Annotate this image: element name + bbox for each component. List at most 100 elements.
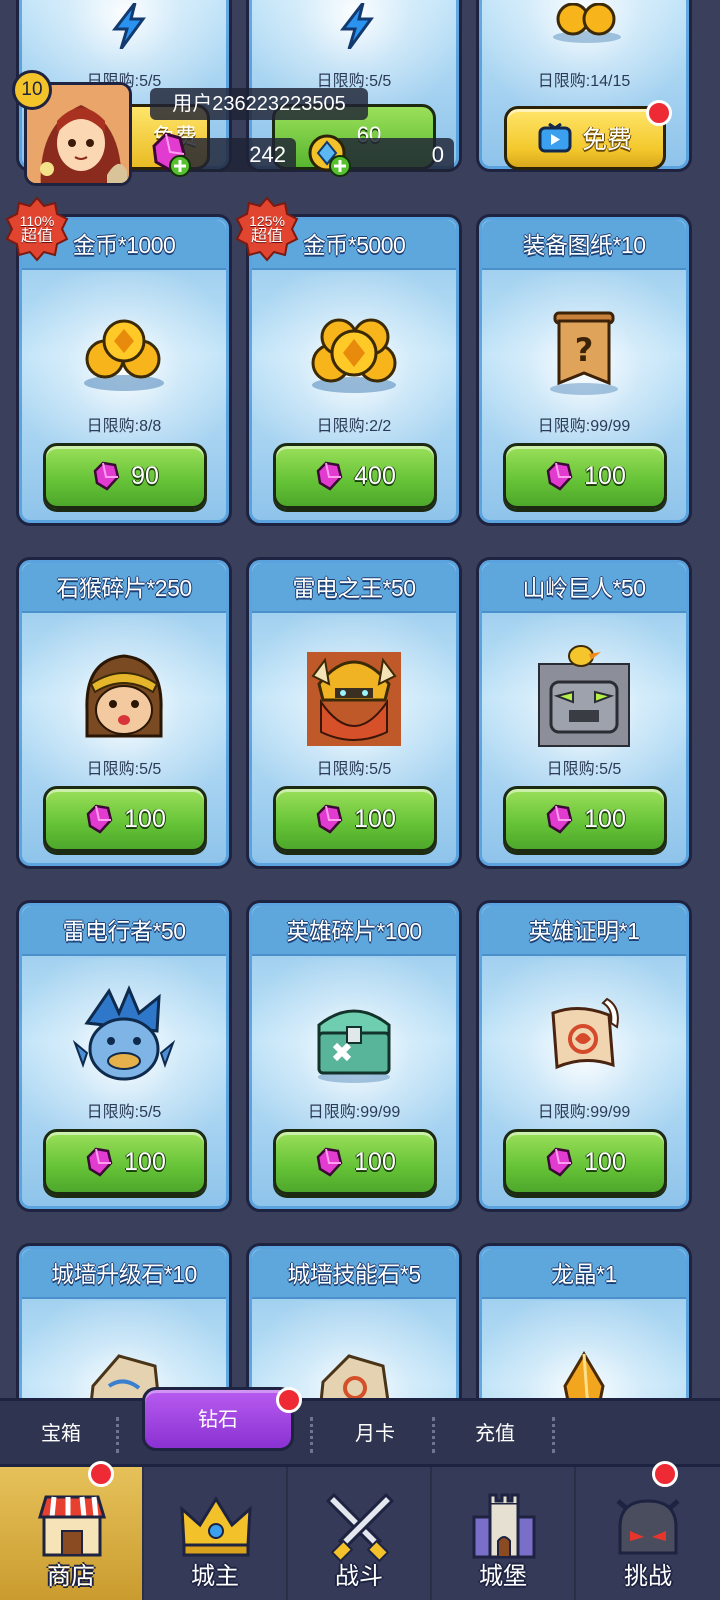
daily-limit: 日限购:2/2 [316,418,392,435]
gem-add-icon[interactable] [146,130,192,178]
gem-icon [84,804,114,834]
blueprint-icon: ? [479,292,689,412]
nav-challenge[interactable]: 挑战 [576,1467,720,1600]
coin-add-icon[interactable] [306,132,352,178]
shop-card[interactable]: 城墙升级石*10 [16,1243,232,1400]
nav-shop[interactable]: 商店 [0,1467,144,1600]
hero-chest-icon [249,978,459,1098]
thunder-walker-icon [19,978,229,1098]
shop-card[interactable]: 雷电之王*50 日限购:5/5 100 [246,557,462,869]
thunder-king-icon [249,635,459,755]
gem-icon [84,1147,114,1177]
free-label: 免费 [581,126,632,154]
notification-dot [646,100,672,126]
dragon-crystal-icon [479,1321,689,1400]
badge-percent: 125% [249,213,285,229]
card-title: 山岭巨人*50 [482,563,686,613]
tab-recharge[interactable]: 充值 [440,1409,550,1459]
buy-button[interactable]: 100 [273,786,437,852]
shop-card[interactable]: 山岭巨人*50 日限购:5/5 100 [476,557,692,869]
bottom-navigation: 商店 城主 战斗 城堡 挑战 [0,1461,720,1600]
nav-lord[interactable]: 城主 [144,1467,288,1600]
card-title: 城墙升级石*10 [22,1249,226,1299]
price-label: 90 [131,461,159,490]
nav-battle[interactable]: 战斗 [288,1467,432,1600]
gem-icon [544,461,574,491]
nav-castle[interactable]: 城堡 [432,1467,576,1600]
shop-card[interactable]: 英雄碎片*100 日限购:99/99 100 [246,900,462,1212]
monkey-hero-icon [19,635,229,755]
card-title: 英雄碎片*100 [252,906,456,956]
tab-monthly-card[interactable]: 月卡 [320,1409,430,1459]
shop-stall-icon [37,1495,107,1557]
coins-icon [19,292,229,412]
shop-card[interactable]: 城墙技能石*5 [246,1243,462,1400]
buy-button[interactable]: 100 [273,1129,437,1195]
tab-divider [116,1417,119,1453]
tab-divider [432,1417,435,1453]
notification-dot [88,1461,114,1487]
gem-icon [314,461,344,491]
price-label: 100 [124,1147,166,1176]
buy-button[interactable]: 100 [503,443,667,509]
tab-divider [552,1417,555,1453]
card-title: 石猴碎片*250 [22,563,226,613]
lightning-icon [337,2,377,50]
tab-divider [310,1417,313,1453]
notification-dot [276,1387,302,1413]
badge-text: 超值 [250,228,283,245]
value-badge: 110% 超值 [4,196,70,262]
price-label: 100 [354,804,396,833]
price-label: 100 [584,461,626,490]
tab-chest[interactable]: 宝箱 [6,1409,116,1459]
shop-card[interactable]: 龙晶*1 [476,1243,692,1400]
buy-button[interactable]: 100 [43,1129,207,1195]
buy-button[interactable]: 90 [43,443,207,509]
value-badge: 125% 超值 [234,196,300,262]
tab-diamond[interactable]: 钻石 [142,1387,294,1451]
shop-card[interactable]: 雷电行者*50 日限购:5/5 100 [16,900,232,1212]
shop-card[interactable]: 装备图纸*10 ? 日限购:99/99 100 [476,214,692,526]
shop-card[interactable]: 英雄证明*1 日限购:99/99 100 [476,900,692,1212]
price-label: 400 [354,461,396,490]
price-label: 100 [124,804,166,833]
buy-button[interactable]: 100 [503,786,667,852]
gem-balance: 242 [176,138,296,172]
gem-icon [314,804,344,834]
mountain-giant-icon [479,635,689,755]
gem-icon [544,1147,574,1177]
demon-helmet-icon [616,1499,680,1555]
daily-limit: 日限购:5/5 [546,761,622,778]
coin-balance: 0 [334,138,454,172]
nav-label: 城主 [191,1563,239,1590]
daily-limit: 日限购:99/99 [537,418,631,435]
player-username: 用户236223223505 [150,88,368,120]
crossed-swords-icon [325,1492,395,1563]
daily-limit: 日限购:99/99 [307,1104,401,1121]
card-title: 城墙技能石*5 [252,1249,456,1299]
player-level-badge: 10 [12,70,52,110]
tv-ad-icon [538,122,572,153]
nav-label: 商店 [47,1563,95,1590]
crown-icon [180,1496,252,1557]
daily-limit: 日限购:8/8 [86,418,162,435]
svg-text:?: ? [575,331,594,369]
shop-card[interactable]: 石猴碎片*250 日限购:5/5 100 [16,557,232,869]
castle-icon [472,1493,536,1559]
nav-label: 战斗 [335,1563,383,1590]
card-title: 装备图纸*10 [482,220,686,270]
coins-icon [549,2,625,43]
hero-scroll-icon [479,978,689,1098]
card-title: 雷电行者*50 [22,906,226,956]
shop-item-grid: 日限购:5/5 日限购:5/5 日限购:14/15 免费 免费 60 [0,0,720,1400]
buy-button[interactable]: 400 [273,443,437,509]
buy-button[interactable]: 100 [503,1129,667,1195]
daily-limit: 日限购:5/5 [86,761,162,778]
card-title: 龙晶*1 [482,1249,686,1299]
buy-button[interactable]: 100 [43,786,207,852]
card-title: 雷电之王*50 [252,563,456,613]
price-label: 100 [584,1147,626,1176]
watch-ad-free-button[interactable]: 免费 [504,106,666,170]
badge-percent: 110% [19,213,55,229]
nav-label: 城堡 [479,1563,527,1590]
